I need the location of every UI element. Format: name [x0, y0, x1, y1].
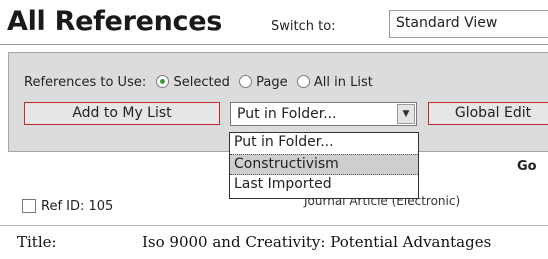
divider	[0, 44, 548, 45]
radio-selected-label[interactable]: Selected	[174, 75, 230, 90]
switch-to-label: Switch to:	[271, 19, 336, 34]
page-title: All References	[7, 6, 223, 37]
title-field-value: Iso 9000 and Creativity: Potential Advan…	[142, 233, 492, 251]
dropdown-option-constructivism[interactable]: Constructivism	[230, 154, 418, 175]
radio-all-in-list-label[interactable]: All in List	[314, 75, 373, 90]
dropdown-option-last-imported[interactable]: Last Imported	[230, 175, 418, 196]
view-select[interactable]: Standard View	[389, 10, 548, 38]
put-in-folder-value: Put in Folder...	[237, 106, 337, 122]
reference-id: Ref ID: 105	[41, 199, 114, 214]
reference-checkbox[interactable]	[22, 199, 36, 213]
chevron-down-icon[interactable]: ▼	[397, 104, 415, 124]
divider	[0, 225, 548, 226]
folder-dropdown-list: Put in Folder... Constructivism Last Imp…	[229, 132, 419, 199]
put-in-folder-select[interactable]: Put in Folder... ▼	[230, 102, 417, 126]
radio-selected[interactable]	[156, 75, 170, 88]
global-edit-button[interactable]: Global Edit	[428, 102, 548, 125]
references-to-use-label: References to Use:	[24, 75, 147, 90]
go-label[interactable]: Go	[517, 159, 537, 174]
radio-all-in-list[interactable]	[296, 75, 310, 88]
add-to-my-list-button[interactable]: Add to My List	[24, 102, 220, 125]
title-field-label: Title:	[17, 233, 57, 251]
references-to-use-row: References to Use: Selected Page All in …	[24, 75, 378, 90]
radio-page-label[interactable]: Page	[256, 75, 287, 90]
dropdown-option-put-in-folder[interactable]: Put in Folder...	[230, 133, 418, 154]
radio-page[interactable]	[239, 75, 252, 88]
